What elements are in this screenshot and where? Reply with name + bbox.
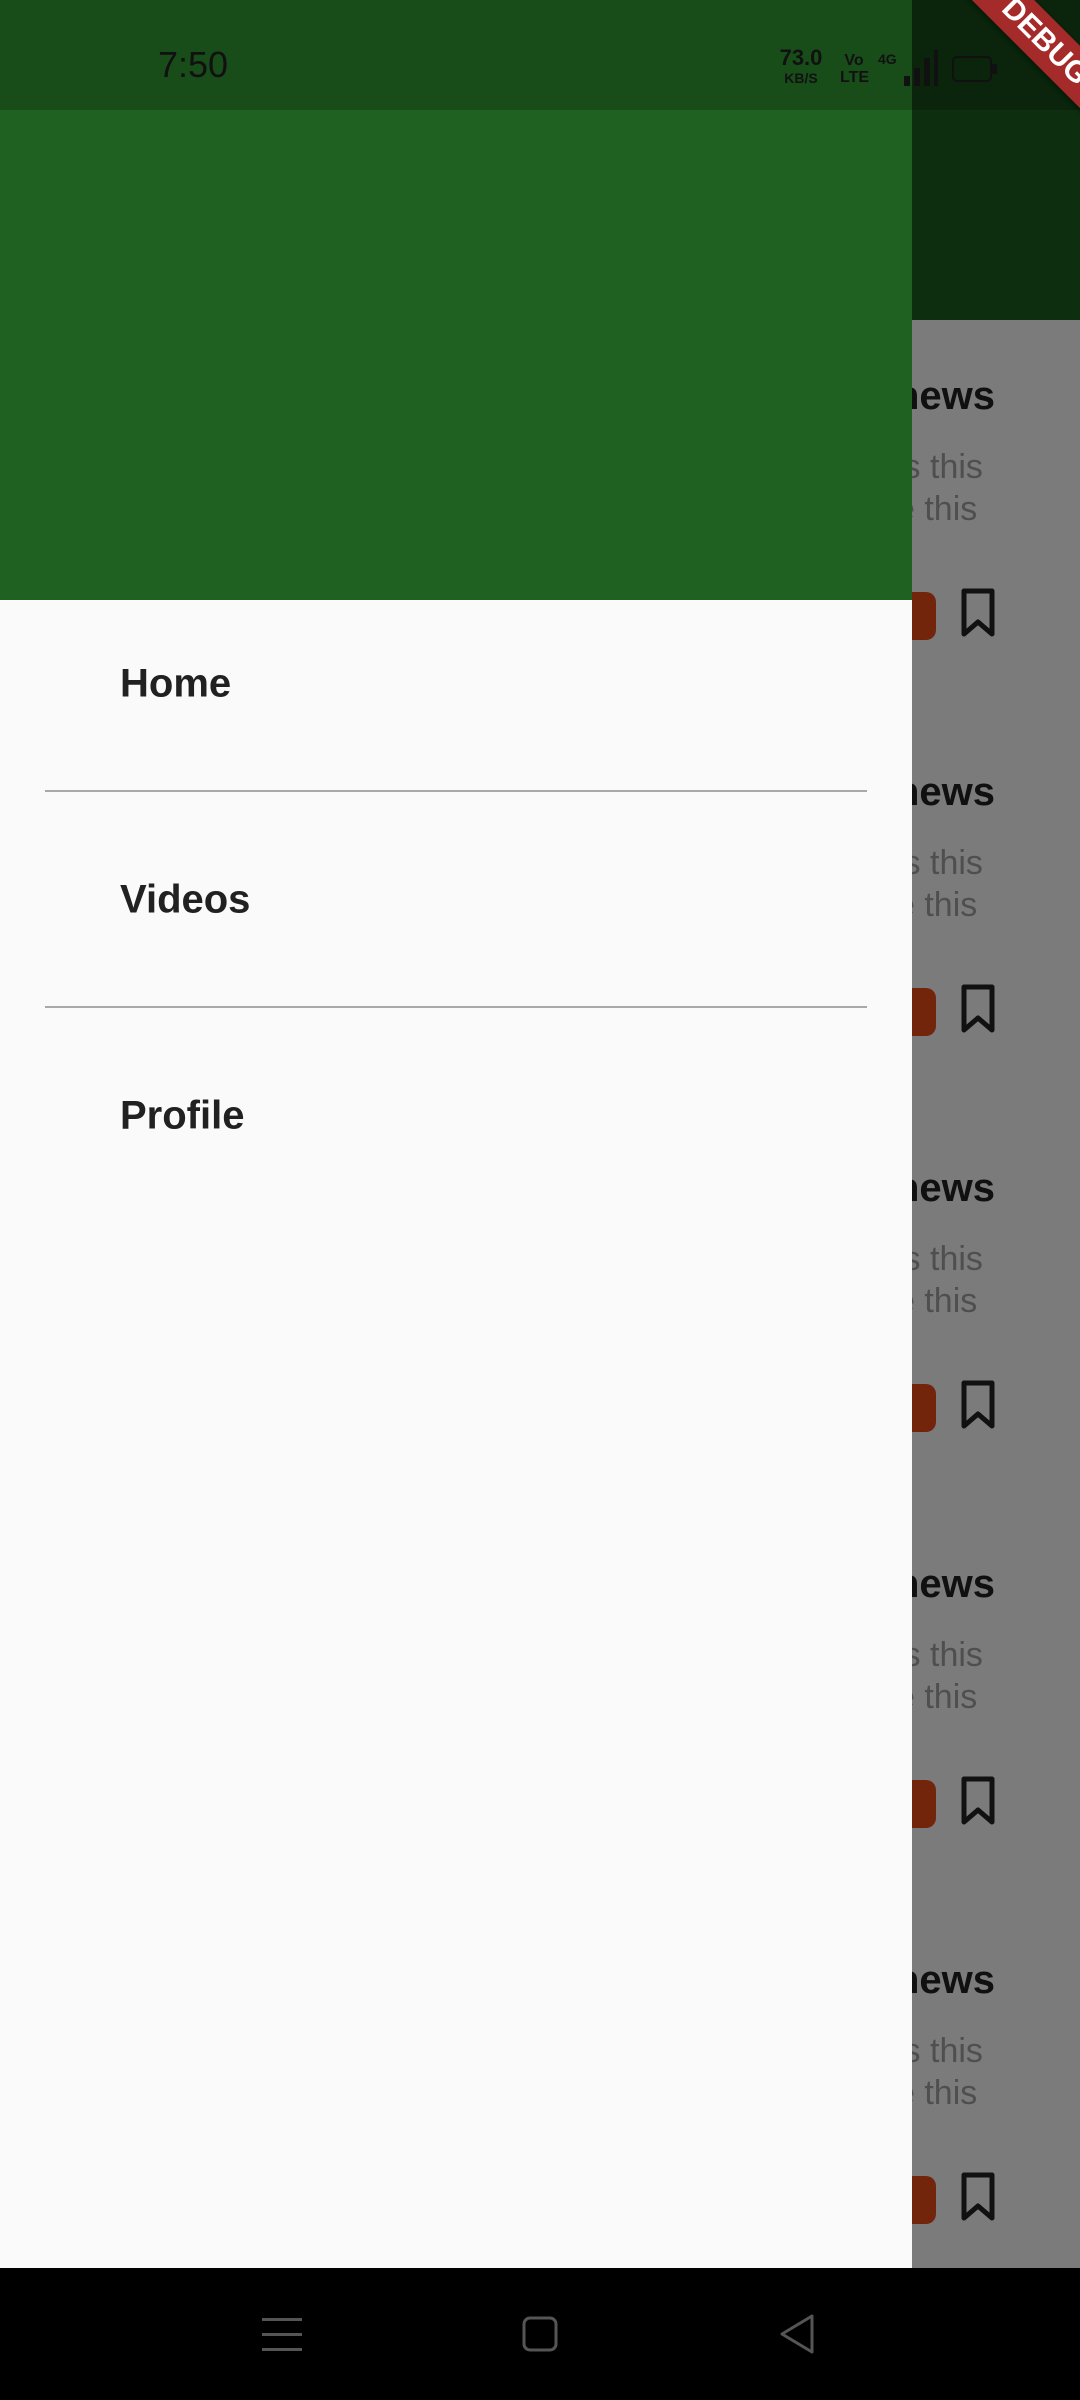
menu-icon[interactable]	[252, 2304, 312, 2364]
drawer-item-label: Profile	[120, 1093, 245, 1138]
status-time: 7:50	[158, 44, 229, 85]
volte-bottom: LTE	[840, 69, 870, 86]
drawer-divider	[45, 790, 867, 792]
drawer-divider	[45, 1006, 867, 1008]
back-triangle-icon[interactable]	[768, 2304, 828, 2364]
drawer-item-profile[interactable]: Profile	[0, 1026, 912, 1206]
drawer-item-videos[interactable]: Videos	[0, 810, 912, 990]
drawer-item-label: Videos	[120, 877, 251, 922]
signal-icon: 4G	[878, 50, 938, 86]
network-speed-value: 73.0	[779, 45, 823, 70]
network-speed: 73.0 KB/S	[776, 45, 826, 88]
volte-indicator: Vo LTE	[840, 52, 870, 86]
battery-icon	[952, 56, 997, 82]
network-speed-unit: KB/S	[784, 70, 818, 86]
status-bar: 7:50 73.0 KB/S Vo LTE 4G	[0, 0, 1080, 110]
volte-top: Vo	[844, 52, 864, 69]
navigation-drawer: Home Videos Profile	[0, 0, 912, 2268]
home-square-icon[interactable]	[510, 2304, 570, 2364]
network-type: 4G	[878, 51, 897, 67]
drawer-item-home[interactable]: Home	[0, 594, 912, 774]
drawer-item-label: Home	[120, 661, 232, 706]
system-navigation-bar	[0, 2268, 1080, 2400]
